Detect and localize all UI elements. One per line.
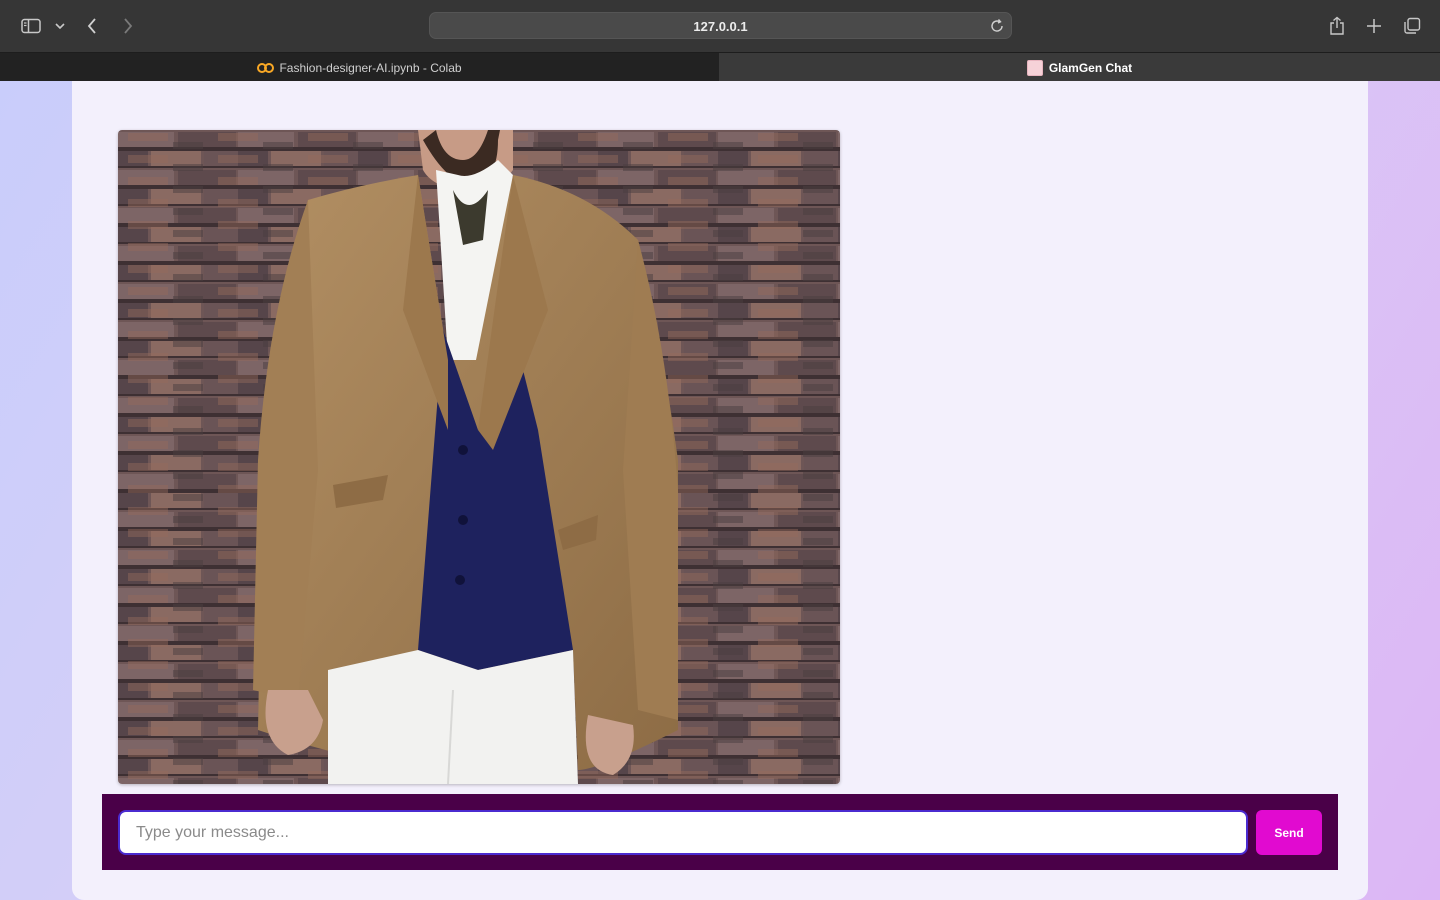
sidebar-toggle-icon[interactable]: [20, 12, 42, 40]
tab-strip: Fashion-designer-AI.ipynb - Colab GlamGe…: [0, 52, 1440, 82]
browser-toolbar: 127.0.0.1: [0, 0, 1440, 52]
colab-icon: [257, 62, 275, 73]
tab-glamgen-chat[interactable]: GlamGen Chat: [719, 53, 1440, 82]
tab-title: Fashion-designer-AI.ipynb - Colab: [279, 60, 462, 75]
generated-fashion-image: [118, 130, 840, 784]
message-input[interactable]: [118, 810, 1248, 855]
tab-colab[interactable]: Fashion-designer-AI.ipynb - Colab: [0, 53, 719, 82]
share-icon[interactable]: [1327, 12, 1347, 40]
message-composer: Send: [102, 794, 1338, 870]
address-bar[interactable]: 127.0.0.1: [429, 12, 1012, 39]
page-background: Send: [0, 81, 1440, 900]
send-button[interactable]: Send: [1256, 810, 1322, 855]
back-icon[interactable]: [84, 12, 100, 40]
tab-title: GlamGen Chat: [1048, 60, 1133, 75]
url-text: 127.0.0.1: [693, 19, 748, 34]
chevron-down-icon[interactable]: [53, 12, 67, 40]
reload-icon[interactable]: [989, 18, 1005, 34]
new-tab-icon[interactable]: [1364, 12, 1384, 40]
forward-icon[interactable]: [120, 12, 136, 40]
chat-container: Send: [72, 81, 1368, 900]
tab-overview-icon[interactable]: [1401, 12, 1423, 40]
glamgen-favicon: [1026, 59, 1043, 76]
